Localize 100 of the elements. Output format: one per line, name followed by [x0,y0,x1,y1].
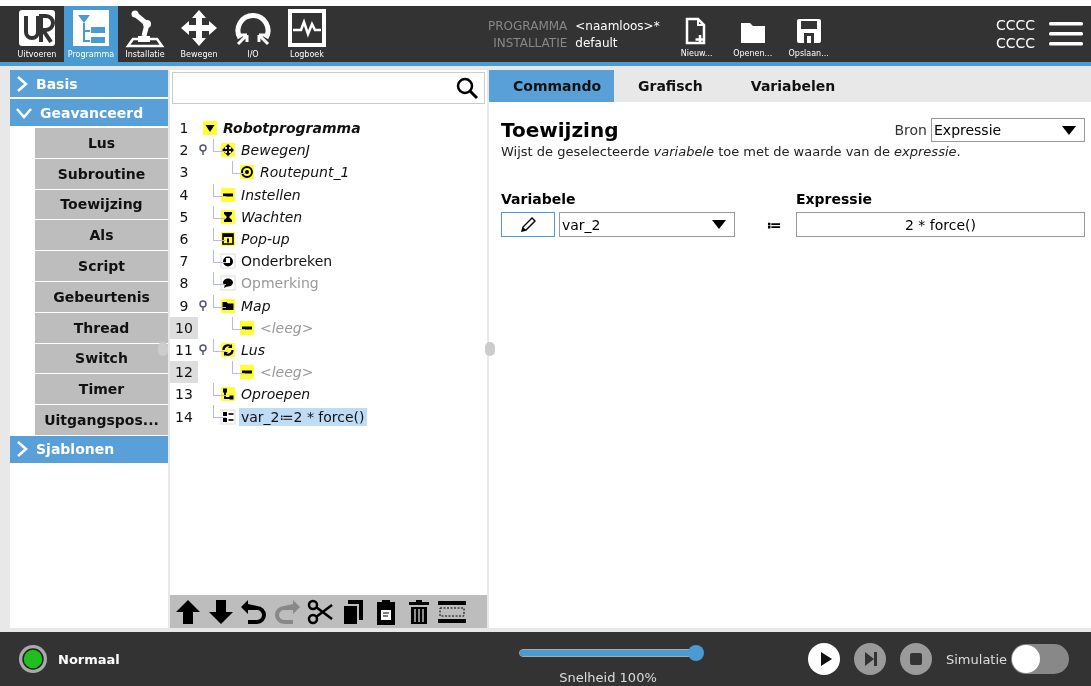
dash-icon [220,186,236,203]
caret-icon [712,220,726,229]
arrow-down-icon[interactable] [207,597,235,626]
program-node[interactable]: Robotprogramma [221,119,363,138]
program-tree-icon [71,8,111,48]
arrow-up-icon[interactable] [174,597,202,626]
variable-list-icon [220,408,236,425]
command-item[interactable]: Uitgangspos... [35,405,168,436]
program-node[interactable]: Onderbreken [239,252,335,271]
menu-button[interactable] [1049,21,1083,47]
file-button[interactable]: Nieuw... [669,6,724,62]
expand-pin-icon[interactable] [199,299,207,311]
nav-tab[interactable]: Uitvoeren [10,6,64,62]
program-node[interactable]: Wachten [239,207,305,226]
collapse-handle[interactable] [158,342,168,356]
chevron-right-icon [16,75,28,92]
program-node[interactable]: var_2≔2 * force() [239,407,367,426]
chevron-down-icon [16,106,32,119]
move-arrows-icon [179,8,219,48]
command-item[interactable]: Switch [35,343,168,375]
command-item[interactable]: Script [35,251,168,282]
file-button[interactable]: Opslaan... [781,6,836,62]
expression-label: Expressie [796,191,873,207]
description-text: Wijst de geselecteerde variabele toe met de waarde van de expressie. [501,144,962,159]
waveform-icon [287,8,327,48]
loop-arrows-icon [220,341,236,358]
command-item[interactable]: Lus [35,128,168,159]
nav-tab[interactable]: Bewegen [172,6,226,62]
search-icon [456,77,478,99]
line-number: 5 [178,207,190,227]
program-node[interactable]: Oproepen [239,385,313,404]
program-node[interactable]: Instellen [239,185,303,204]
pencil-icon [519,215,537,234]
line-number: 14 [174,407,194,427]
chevron-right-icon [16,441,28,458]
line-number: 2 [178,141,190,161]
status-text: CCCC [995,16,1035,34]
command-item[interactable]: Gebeurtenis [35,282,168,313]
variable-dropdown[interactable]: var_2 [559,212,735,237]
program-node[interactable]: Pop-up [239,230,292,249]
program-node[interactable]: Map [239,296,273,315]
file-button[interactable]: Openen... [725,6,780,62]
expression-field[interactable]: 2 * force() [796,212,1085,237]
dash-icon [239,319,255,336]
edit-button[interactable] [501,212,555,237]
installation-label: INSTALLATIE [492,35,568,50]
nav-tab[interactable]: Installatie [118,6,172,62]
nav-tab[interactable]: Logboek [280,6,334,62]
program-node[interactable]: Lus [239,340,267,359]
folder-icon [220,297,236,314]
line-number: 7 [178,252,190,272]
assign-operator: ≔ [765,216,783,233]
program-name: <naamloos>* [575,18,660,33]
installation-name: default [575,35,619,50]
speech-bubble-icon [220,275,236,292]
panel-tab[interactable]: Grafisch [614,70,727,102]
play-icon[interactable] [808,643,840,675]
triangle-down-icon[interactable] [202,120,218,137]
source-label: Bron [894,122,927,138]
robot-mode-text: Normaal [58,651,120,667]
variable-label: Variabele [501,191,577,207]
expand-pin-icon[interactable] [199,343,207,355]
line-number: 11 [174,340,194,360]
line-number: 1 [178,119,190,139]
line-number: 13 [174,385,194,405]
caret-icon [1062,125,1076,135]
program-label: PROGRAMMA [488,18,568,33]
panel-tab[interactable]: Commando [489,70,614,102]
simulation-label: Simulatie [946,651,1008,667]
robot-arm-icon [125,8,165,48]
source-dropdown[interactable]: Expressie [931,118,1085,142]
command-item[interactable]: Thread [35,312,168,344]
hourglass-icon [220,208,236,225]
hand-icon [220,253,236,270]
command-item[interactable]: Subroutine [35,158,168,190]
line-number: 4 [178,185,190,205]
line-number: 6 [178,230,190,250]
scissors-icon[interactable] [306,597,334,626]
line-number: 12 [170,361,198,384]
popup-window-icon [220,231,236,248]
line-number: 8 [178,274,190,294]
nav-tab[interactable]: I/O [226,6,280,62]
command-item[interactable]: Als [35,220,168,252]
line-number: 3 [178,163,190,183]
dash-icon [239,364,255,381]
line-number: 9 [178,296,190,316]
command-item[interactable]: Toewijzing [35,189,168,221]
search-field[interactable] [172,72,485,104]
collapse-handle[interactable] [485,342,495,356]
program-node[interactable]: BewegenJ [239,141,312,160]
move-arrows-icon [220,142,236,159]
branch-icon [220,386,236,403]
command-item[interactable]: Timer [35,374,168,406]
simulation-toggle[interactable] [1011,644,1070,674]
panel-tab[interactable]: Variabelen [726,70,860,102]
target-icon [239,164,255,181]
command-title: Toewijzing [501,118,619,142]
expand-pin-icon[interactable] [199,144,207,156]
speed-text: Snelheid 100% [559,669,657,685]
program-node[interactable]: Routepunt_1 [258,163,352,182]
